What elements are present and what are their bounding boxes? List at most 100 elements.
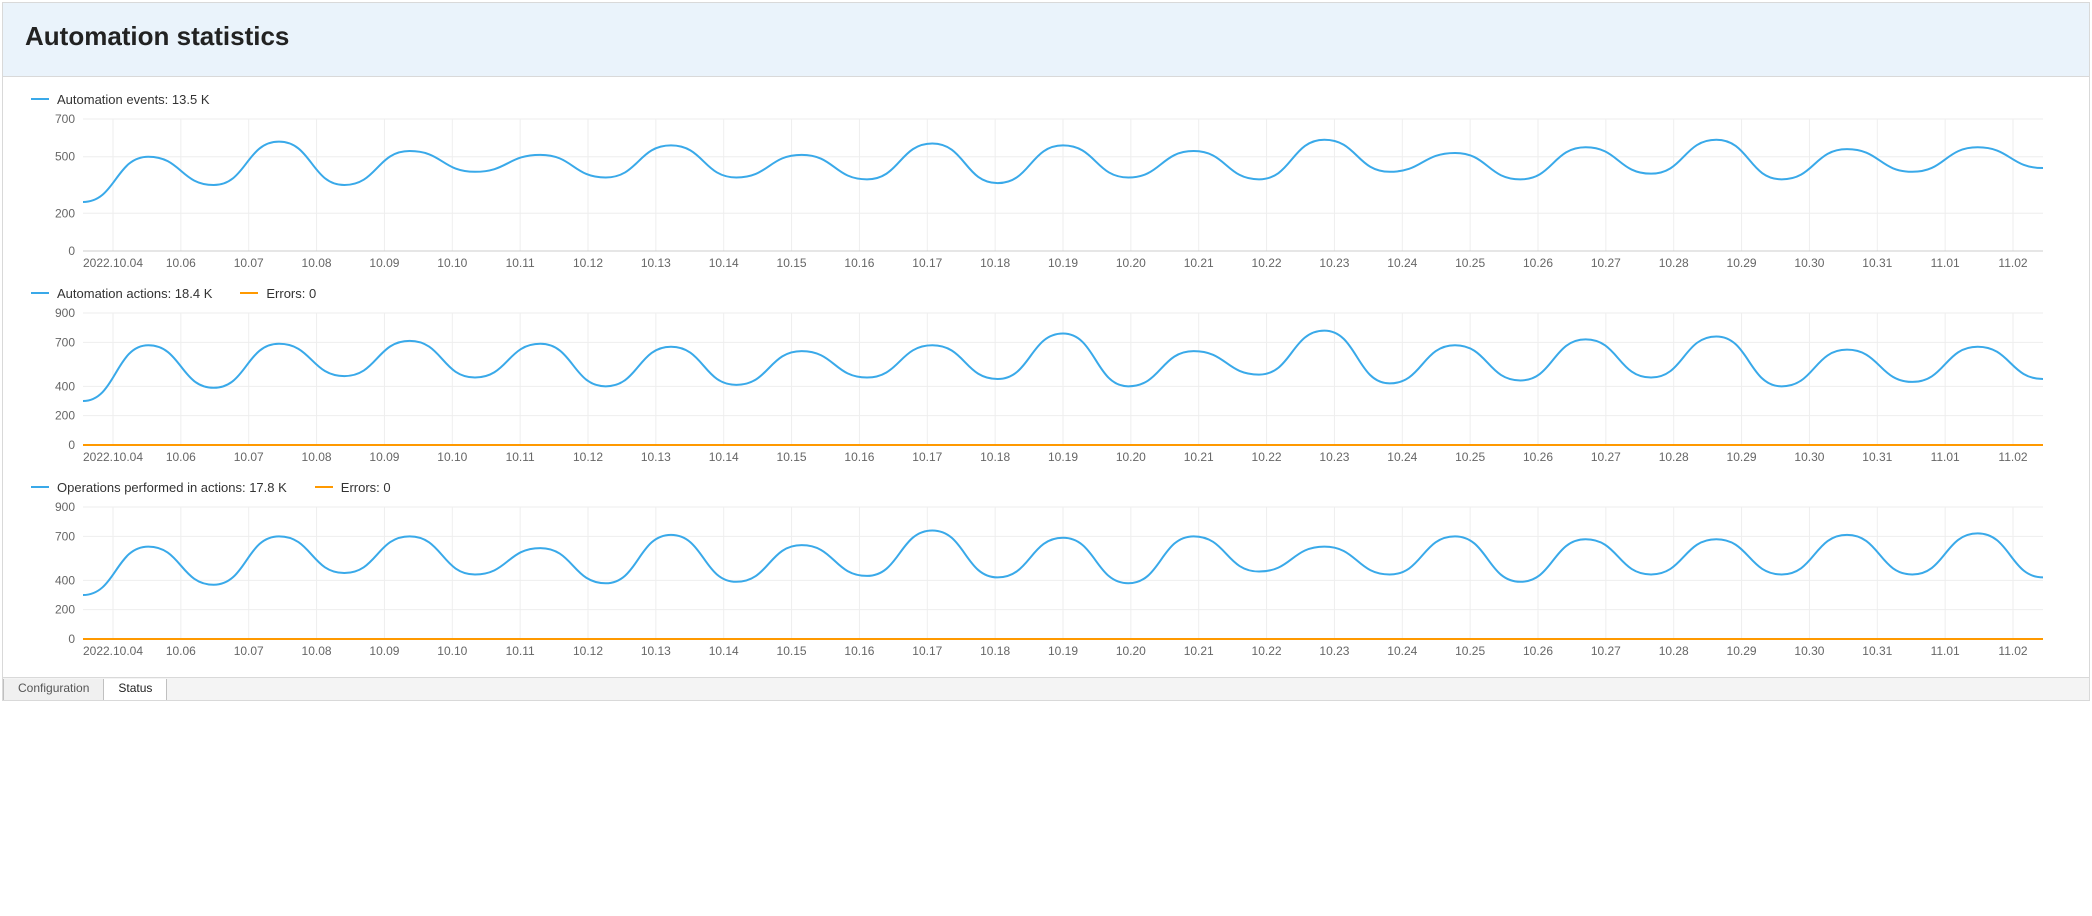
chart-area: Automation events: 13.5 K 0 200 500 700 2022.… — [3, 77, 2089, 677]
legend-entry[interactable]: Automation events: 13.5 K — [31, 92, 209, 107]
chart-block-1: Automation actions: 18.4 K Errors: 0 0 200 4… — [13, 283, 2079, 475]
x-tick-label: 10.18 — [980, 450, 1010, 464]
y-tick-label: 900 — [55, 500, 75, 514]
legend-label: Errors: 0 — [266, 286, 316, 301]
x-tick-label: 10.09 — [369, 644, 399, 658]
y-tick-label: 0 — [68, 244, 75, 258]
y-tick-label: 200 — [55, 603, 75, 617]
chart-canvas[interactable]: 02004007009002022.10.0410.0610.0710.0810… — [13, 499, 2053, 669]
x-tick-label: 10.12 — [573, 450, 603, 464]
x-tick-label: 10.23 — [1319, 644, 1349, 658]
x-tick-label: 10.21 — [1184, 644, 1214, 658]
x-tick-label: 10.07 — [234, 256, 264, 270]
x-tick-label: 10.17 — [912, 644, 942, 658]
x-tick-label: 10.14 — [709, 644, 739, 658]
y-tick-label: 700 — [55, 112, 75, 126]
legend-entry[interactable]: Automation actions: 18.4 K — [31, 286, 212, 301]
x-tick-label: 10.26 — [1523, 644, 1553, 658]
x-tick-label: 10.28 — [1659, 644, 1689, 658]
bottom-tabs: ConfigurationStatus — [3, 677, 2089, 700]
legend-entry[interactable]: Operations performed in actions: 17.8 K — [31, 480, 287, 495]
x-tick-label: 10.30 — [1794, 644, 1824, 658]
x-tick-label: 10.31 — [1862, 256, 1892, 270]
x-tick-label: 10.29 — [1727, 450, 1757, 464]
x-tick-label: 10.07 — [234, 450, 264, 464]
legend-label: Errors: 0 — [341, 480, 391, 495]
x-tick-label: 10.26 — [1523, 450, 1553, 464]
chart-svg-wrap: 02004007009002022.10.0410.0610.0710.0810… — [13, 499, 2079, 669]
x-tick-label: 10.16 — [844, 644, 874, 658]
legend-entry[interactable]: Errors: 0 — [240, 286, 316, 301]
x-tick-label: 10.17 — [912, 450, 942, 464]
x-tick-label: 10.07 — [234, 644, 264, 658]
x-tick-label: 10.28 — [1659, 256, 1689, 270]
chart-canvas[interactable]: 02004007009002022.10.0410.0610.0710.0810… — [13, 305, 2053, 475]
x-tick-label: 10.27 — [1591, 644, 1621, 658]
blue-swatch-icon — [31, 98, 49, 100]
page-title: Automation statistics — [25, 21, 2067, 52]
x-tick-label: 10.12 — [573, 256, 603, 270]
x-tick-label: 10.10 — [437, 256, 467, 270]
x-tick-label: 10.26 — [1523, 256, 1553, 270]
x-tick-label: 10.06 — [166, 450, 196, 464]
chart-svg-wrap: 02004007009002022.10.0410.0610.0710.0810… — [13, 305, 2079, 475]
y-tick-label: 400 — [55, 573, 75, 587]
legend-label: Automation events: 13.5 K — [57, 92, 209, 107]
x-tick-label: 10.19 — [1048, 644, 1078, 658]
x-tick-label: 10.27 — [1591, 256, 1621, 270]
x-tick-label: 10.21 — [1184, 450, 1214, 464]
chart-block-0: Automation events: 13.5 K 0 200 500 700 2022.… — [13, 89, 2079, 281]
orange-swatch-icon — [240, 292, 258, 294]
y-tick-label: 500 — [55, 150, 75, 164]
x-tick-label: 10.12 — [573, 644, 603, 658]
x-tick-label: 10.11 — [506, 644, 535, 658]
x-tick-label: 10.08 — [302, 644, 332, 658]
x-tick-label: 10.18 — [980, 256, 1010, 270]
x-tick-label: 10.10 — [437, 644, 467, 658]
chart-legend: Automation events: 13.5 K — [31, 89, 2079, 109]
x-tick-label: 2022.10.04 — [83, 644, 143, 658]
x-tick-label: 10.27 — [1591, 450, 1621, 464]
x-tick-label: 10.15 — [777, 644, 807, 658]
chart-svg-wrap: 02005007002022.10.0410.0610.0710.0810.09… — [13, 111, 2079, 281]
y-tick-label: 0 — [68, 438, 75, 452]
tab-configuration[interactable]: Configuration — [3, 679, 104, 700]
x-tick-label: 10.30 — [1794, 450, 1824, 464]
y-tick-label: 200 — [55, 409, 75, 423]
y-tick-label: 700 — [55, 335, 75, 349]
orange-swatch-icon — [315, 486, 333, 488]
chart-canvas[interactable]: 02005007002022.10.0410.0610.0710.0810.09… — [13, 111, 2053, 281]
x-tick-label: 11.01 — [1931, 644, 1960, 658]
x-tick-label: 10.22 — [1252, 256, 1282, 270]
x-tick-label: 2022.10.04 — [83, 256, 143, 270]
blue-swatch-icon — [31, 292, 49, 294]
x-tick-label: 10.30 — [1794, 256, 1824, 270]
page-header: Automation statistics — [3, 3, 2089, 77]
x-tick-label: 2022.10.04 — [83, 450, 143, 464]
y-tick-label: 200 — [55, 206, 75, 220]
x-tick-label: 10.10 — [437, 450, 467, 464]
x-tick-label: 10.13 — [641, 644, 671, 658]
x-tick-label: 10.31 — [1862, 450, 1892, 464]
x-tick-label: 10.15 — [777, 256, 807, 270]
x-tick-label: 10.29 — [1727, 644, 1757, 658]
x-tick-label: 10.25 — [1455, 256, 1485, 270]
x-tick-label: 11.02 — [1998, 644, 2027, 658]
x-tick-label: 10.14 — [709, 256, 739, 270]
x-tick-label: 11.01 — [1931, 450, 1960, 464]
x-tick-label: 10.31 — [1862, 644, 1892, 658]
x-tick-label: 11.02 — [1998, 256, 2027, 270]
x-tick-label: 10.11 — [506, 256, 535, 270]
x-tick-label: 10.25 — [1455, 450, 1485, 464]
x-tick-label: 10.08 — [302, 256, 332, 270]
x-tick-label: 10.11 — [506, 450, 535, 464]
x-tick-label: 10.24 — [1387, 450, 1417, 464]
chart-block-2: Operations performed in actions: 17.8 K E… — [13, 477, 2079, 669]
x-tick-label: 10.23 — [1319, 256, 1349, 270]
y-tick-label: 400 — [55, 379, 75, 393]
tab-status[interactable]: Status — [103, 679, 167, 700]
x-tick-label: 10.13 — [641, 450, 671, 464]
x-tick-label: 10.23 — [1319, 450, 1349, 464]
legend-entry[interactable]: Errors: 0 — [315, 480, 391, 495]
legend-label: Automation actions: 18.4 K — [57, 286, 212, 301]
